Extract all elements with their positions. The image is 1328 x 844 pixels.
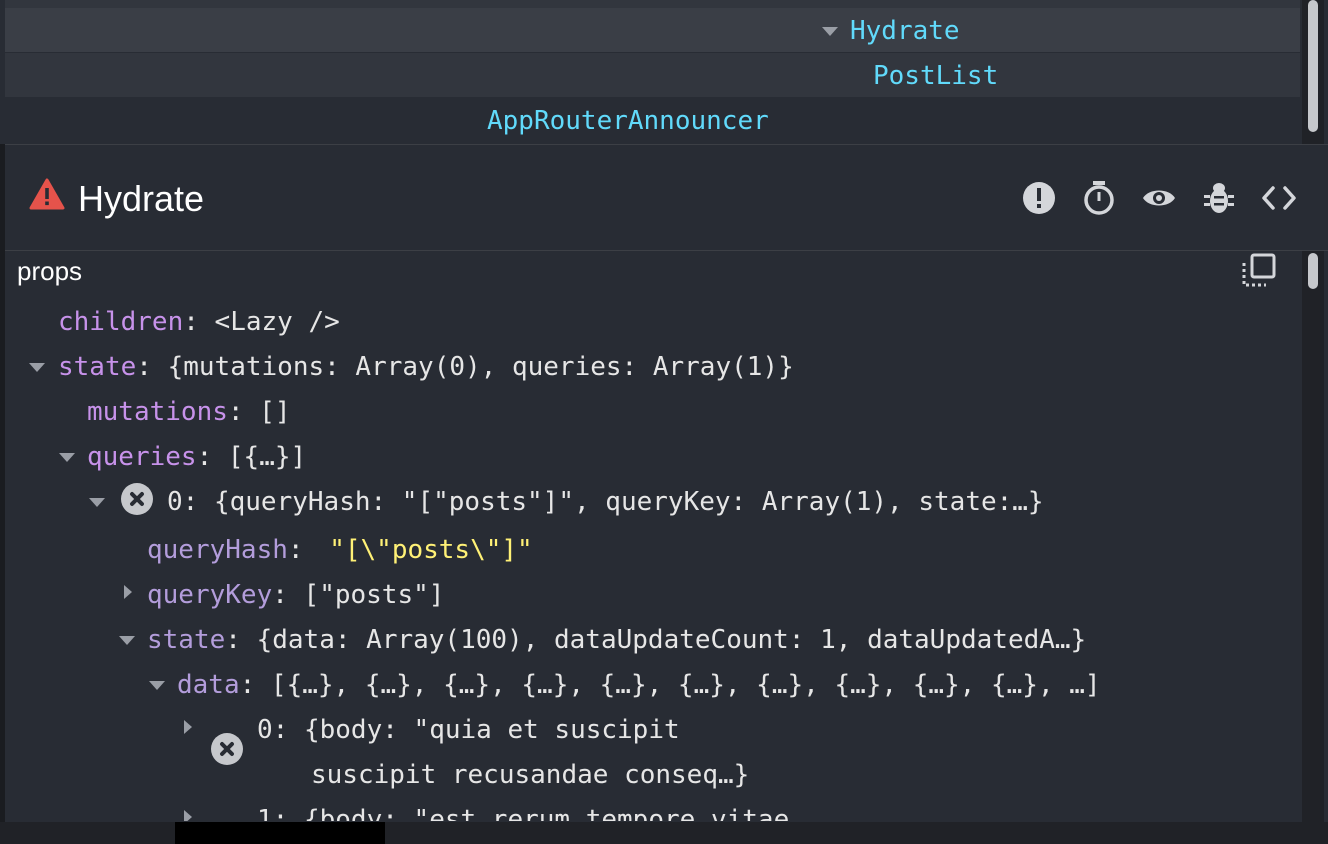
props-heading: props — [17, 256, 83, 286]
prop-key: data — [177, 670, 240, 700]
prop-key: queryHash — [147, 535, 288, 565]
prop-queries[interactable]: queries: [{…}] — [87, 437, 306, 477]
tree-row-postlist[interactable]: PostList — [5, 53, 1300, 97]
tree-row-top-partial — [5, 0, 1300, 8]
prop-state[interactable]: state: {mutations: Array(0), queries: Ar… — [58, 347, 794, 387]
prop-value: : {mutations: Array(0), queries: Array(1… — [136, 352, 794, 382]
caret-right-icon[interactable] — [184, 720, 192, 734]
tree-row-hydrate[interactable]: Hydrate — [5, 8, 1300, 52]
prop-children[interactable]: children: <Lazy /> — [58, 302, 340, 342]
warning-icon — [29, 178, 65, 210]
selected-element-header: Hydrate — [5, 144, 1328, 251]
prop-key: 0 — [257, 715, 273, 745]
prop-key: 1 — [257, 805, 273, 821]
prop-key: 0 — [167, 487, 183, 517]
caret-right-icon[interactable] — [124, 585, 132, 599]
prop-key: mutations — [87, 397, 228, 427]
tree-scrollbar[interactable] — [1302, 0, 1324, 144]
remove-item-icon[interactable] — [211, 733, 243, 765]
prop-value: : {data: Array(100), dataUpdateCount: 1,… — [225, 625, 1087, 655]
bottom-tab-bar — [0, 822, 1328, 844]
caret-down-icon[interactable] — [29, 363, 45, 372]
tree-scrollbar-thumb[interactable] — [1308, 0, 1318, 132]
panel-title: Hydrate — [78, 178, 205, 219]
caret-down-icon[interactable] — [59, 453, 75, 462]
prop-query-0[interactable]: 0: {queryHash: "["posts"]", queryKey: Ar… — [167, 482, 1044, 522]
tree-item-postlist[interactable]: PostList — [873, 61, 998, 91]
bottom-tab-active[interactable] — [175, 822, 385, 844]
eye-icon[interactable] — [1141, 180, 1177, 216]
timer-icon[interactable] — [1081, 180, 1117, 216]
remove-item-icon[interactable] — [121, 483, 153, 515]
prop-value: : {body: "quia et suscipit — [272, 715, 680, 745]
prop-key: children — [58, 307, 184, 337]
tree-item-hydrate[interactable]: Hydrate — [850, 16, 960, 46]
prop-value: : [] — [227, 397, 291, 427]
prop-data-0[interactable]: 0: {body: "quia et suscipit — [257, 710, 680, 750]
caret-down-icon[interactable] — [119, 636, 135, 645]
tree-item-approuterannouncer[interactable]: AppRouterAnnouncer — [487, 106, 769, 136]
prop-query-state[interactable]: state: {data: Array(100), dataUpdateCoun… — [147, 620, 1086, 660]
prop-querykey[interactable]: queryKey: ["posts"] — [147, 575, 444, 615]
prop-key: queryKey — [147, 580, 273, 610]
prop-data-0-continuation: suscipit recusandae conseq…} — [311, 760, 750, 790]
prop-key: state — [147, 625, 226, 655]
caret-down-icon[interactable] — [822, 27, 838, 36]
prop-value: : [{…}] — [196, 442, 307, 472]
prop-queryhash[interactable]: queryHash: "[\"posts\"]" — [147, 530, 533, 570]
copy-props-icon[interactable] — [1242, 253, 1276, 287]
prop-key: queries — [87, 442, 197, 472]
props-scrollbar-thumb[interactable] — [1308, 253, 1318, 289]
caret-down-icon[interactable] — [149, 681, 165, 690]
prop-string-value[interactable]: "[\"posts\"]" — [329, 535, 533, 565]
prop-data[interactable]: data: [{…}, {…}, {…}, {…}, {…}, {…}, {…}… — [177, 665, 1101, 705]
props-scrollbar[interactable] — [1302, 251, 1324, 822]
error-toggle-icon[interactable] — [1021, 180, 1057, 216]
prop-key: state — [58, 352, 137, 382]
code-icon[interactable] — [1261, 180, 1297, 216]
prop-value: : {queryHash: "["posts"]", queryKey: Arr… — [182, 487, 1044, 517]
prop-value: : {body: "est rerum tempore vitae — [272, 805, 790, 821]
caret-right-icon[interactable] — [184, 810, 192, 821]
bug-icon[interactable] — [1201, 180, 1237, 216]
prop-value: : [{…}, {…}, {…}, {…}, {…}, {…}, {…}, {…… — [239, 670, 1101, 700]
caret-down-icon[interactable] — [89, 498, 105, 507]
prop-colon: : — [287, 535, 320, 565]
component-tree: Hydrate PostList AppRouterAnnouncer — [0, 0, 1328, 144]
prop-value: : ["posts"] — [272, 580, 445, 610]
prop-data-1[interactable]: 1: {body: "est rerum tempore vitae — [257, 800, 789, 821]
prop-value: : <Lazy /> — [183, 307, 340, 337]
tree-row-approuterannouncer[interactable]: AppRouterAnnouncer — [5, 98, 1300, 142]
prop-mutations[interactable]: mutations: [] — [87, 392, 291, 432]
props-panel: props children: <Lazy /> state: {mutatio… — [5, 251, 1300, 821]
